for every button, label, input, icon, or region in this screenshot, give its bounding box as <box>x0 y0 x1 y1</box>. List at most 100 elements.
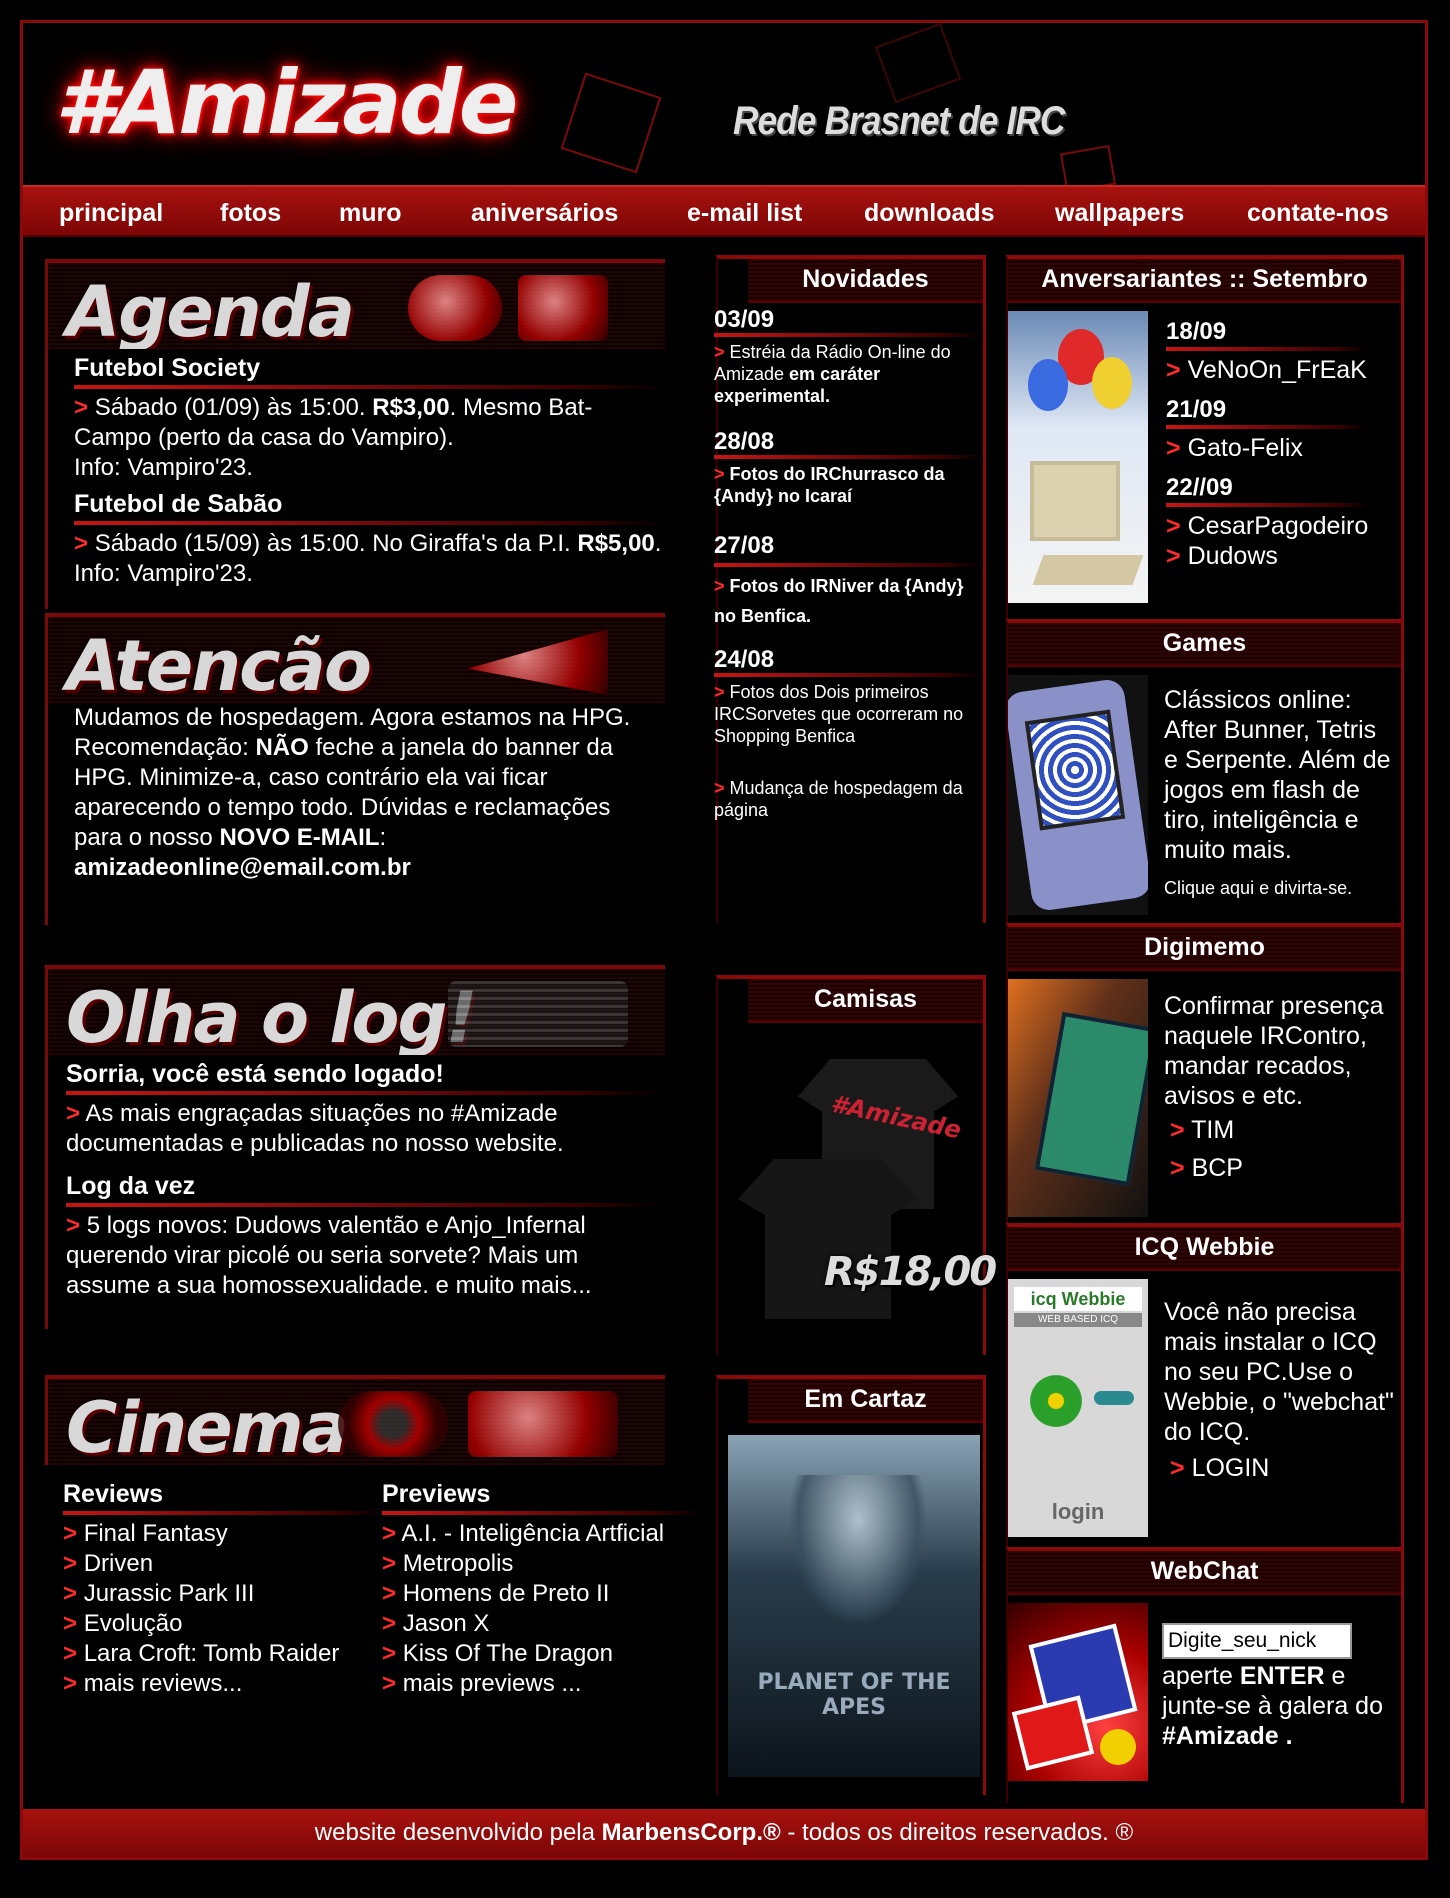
footer-brand-link[interactable]: MarbensCorp.® <box>602 1819 781 1846</box>
preview-item[interactable]: > Homens de Preto II <box>382 1579 702 1609</box>
divider <box>714 563 983 567</box>
icq-logo: icq Webbie <box>1014 1287 1142 1311</box>
camisas-box: Camisas #Amizade R$18,00 <box>716 975 997 1355</box>
digimemo-tim-link[interactable]: > TIM <box>1170 1115 1234 1145</box>
games-cta-link[interactable]: Clique aqui e divirta-se. <box>1164 877 1352 899</box>
birthday-date: 22//09 <box>1166 474 1233 501</box>
footer-text: website desenvolvido pela <box>314 1819 602 1846</box>
log-text: > As mais engraçadas situações no #Amiza… <box>66 1099 665 1159</box>
reviews-column: Reviews > Final Fantasy > Driven > Juras… <box>63 1475 383 1699</box>
news-date: 24/08 <box>714 646 775 673</box>
nav-contate-nos[interactable]: contate-nos <box>1247 199 1389 228</box>
birthday-date: 21/09 <box>1166 396 1227 423</box>
computer-icon <box>1030 461 1120 541</box>
nav-fotos[interactable]: fotos <box>220 199 281 228</box>
news-date: 03/09 <box>714 306 775 333</box>
agenda-section: Agenda Futebol Society > Sábado (01/09) … <box>45 259 665 609</box>
decor-cube <box>560 72 662 174</box>
cinema-title: Cinema <box>66 1387 349 1465</box>
nav-wallpapers[interactable]: wallpapers <box>1055 199 1184 228</box>
calendar-icon <box>518 275 608 341</box>
review-item[interactable]: > Driven <box>63 1549 383 1579</box>
news-item[interactable]: 27/08 > Fotos do IRNiver da {Andy} no Be… <box>702 531 983 631</box>
review-item[interactable]: > Final Fantasy <box>63 1519 383 1549</box>
webchat-box: WebChat Digite_seu_nick aperte ENTER e j… <box>1006 1547 1404 1803</box>
review-item[interactable]: > Lara Croft: Tomb Raider <box>63 1639 383 1669</box>
poster-figures <box>788 1475 928 1625</box>
movie-poster[interactable]: PLANET OF THE APES <box>728 1435 980 1777</box>
reviews-title: Reviews <box>63 1480 164 1508</box>
log-desc[interactable]: As mais engraçadas situações no #Amizade… <box>66 1100 564 1157</box>
games-text: Clássicos online: After Bunner, Tetris e… <box>1164 686 1391 864</box>
event-desc: Sábado (01/09) às 15:00. <box>94 394 373 421</box>
divider <box>382 1511 702 1515</box>
more-reviews-link[interactable]: > mais reviews... <box>63 1669 383 1699</box>
event-text: > Sábado (01/09) às 15:00. R$3,00. Mesmo… <box>74 393 665 483</box>
previews-title: Previews <box>382 1480 491 1508</box>
news-item[interactable]: 28/08 > Fotos do IRChurrasco da {Andy} n… <box>702 430 983 507</box>
agenda-title: Agenda <box>66 271 355 349</box>
atencao-section: Atencão Mudamos de hospedagem. Agora est… <box>45 613 665 925</box>
birthday-date: 18/09 <box>1166 318 1227 345</box>
phone-screen <box>1034 1011 1148 1187</box>
previews-column: Previews > A.I. - Inteligência Artficial… <box>382 1475 702 1699</box>
divider <box>714 455 983 459</box>
warning-icon <box>468 629 608 695</box>
main-nav: principal fotos muro aniversários e-mail… <box>23 185 1425 237</box>
digimemo-title: Digimemo <box>1008 927 1401 971</box>
digimemo-bcp-link[interactable]: > BCP <box>1170 1153 1243 1183</box>
log-desc[interactable]: 5 logs novos: Dudows valentão e Anjo_Inf… <box>66 1212 592 1299</box>
birthday-name: > VeNoOn_FrEaK <box>1166 356 1367 384</box>
tshirt-image[interactable]: #Amizade R$18,00 <box>738 1059 997 1319</box>
keyboard-icon <box>1032 555 1144 585</box>
agenda-header: Agenda <box>48 259 665 349</box>
icq-flower-icon <box>1026 1371 1086 1431</box>
event-title[interactable]: Futebol Society <box>74 353 665 383</box>
review-item[interactable]: > Jurassic Park III <box>63 1579 383 1609</box>
news-item[interactable]: 24/08 > Fotos dos Dois primeiros IRCSorv… <box>702 646 983 747</box>
nick-input[interactable]: Digite_seu_nick <box>1162 1623 1352 1659</box>
divider <box>63 1511 383 1515</box>
more-previews-link[interactable]: > mais previews ... <box>382 1669 702 1699</box>
nav-muro[interactable]: muro <box>339 199 402 228</box>
news-item[interactable]: > Mudança de hospedagem da página <box>702 777 983 821</box>
site-logo[interactable]: #Amizade <box>55 51 518 154</box>
agenda-body: Futebol Society > Sábado (01/09) às 15:0… <box>48 353 665 589</box>
divider <box>66 1203 665 1207</box>
preview-item[interactable]: > Kiss Of The Dragon <box>382 1639 702 1669</box>
webchat-title: WebChat <box>1008 1551 1401 1595</box>
news-list: 03/09 > Estréia da Rádio On-line do Amiz… <box>702 306 983 821</box>
preview-item[interactable]: > Jason X <box>382 1609 702 1639</box>
bullet-icon: > <box>74 530 89 557</box>
log-subtitle: Sorria, você está sendo logado! <box>66 1060 444 1088</box>
icq-logo-sub: WEB BASED ICQ <box>1014 1313 1142 1327</box>
icq-text: Você não precisa mais instalar o ICQ no … <box>1164 1298 1394 1446</box>
icq-login-link[interactable]: > LOGIN <box>1170 1453 1269 1483</box>
event-title[interactable]: Futebol de Sabão <box>74 489 665 519</box>
atencao-text: : <box>379 824 387 851</box>
nav-email-list[interactable]: e-mail list <box>687 199 802 228</box>
gameboy-image[interactable] <box>1008 675 1148 915</box>
nav-downloads[interactable]: downloads <box>864 199 995 228</box>
divider <box>714 333 983 337</box>
news-item[interactable]: 03/09 > Estréia da Rádio On-line do Amiz… <box>702 306 983 407</box>
projector-icon <box>468 1391 618 1457</box>
review-item[interactable]: > Evolução <box>63 1609 383 1639</box>
divider <box>1166 347 1369 351</box>
tshirt-price: R$18,00 <box>824 1249 997 1295</box>
balloon-yellow <box>1092 357 1132 409</box>
page-frame: #Amizade Rede Brasnet de IRC principal f… <box>20 20 1428 1860</box>
log-subtitle: Log da vez <box>66 1172 196 1200</box>
preview-item[interactable]: > A.I. - Inteligência Artficial <box>382 1519 702 1549</box>
footer: website desenvolvido pela MarbensCorp.® … <box>23 1809 1425 1857</box>
bullet-icon: > <box>66 1100 81 1127</box>
cartaz-box: Em Cartaz PLANET OF THE APES <box>716 1375 986 1795</box>
icq-image[interactable]: icq Webbie WEB BASED ICQ login <box>1008 1279 1148 1537</box>
preview-item[interactable]: > Metropolis <box>382 1549 702 1579</box>
magnifier-icon <box>448 981 628 1047</box>
nav-aniversarios[interactable]: aniversários <box>471 199 618 228</box>
tshirt-front <box>738 1159 918 1319</box>
nav-principal[interactable]: principal <box>59 199 163 228</box>
site-tagline: Rede Brasnet de IRC <box>733 99 1065 143</box>
contact-email-link[interactable]: amizadeonline@email.com.br <box>74 854 411 881</box>
